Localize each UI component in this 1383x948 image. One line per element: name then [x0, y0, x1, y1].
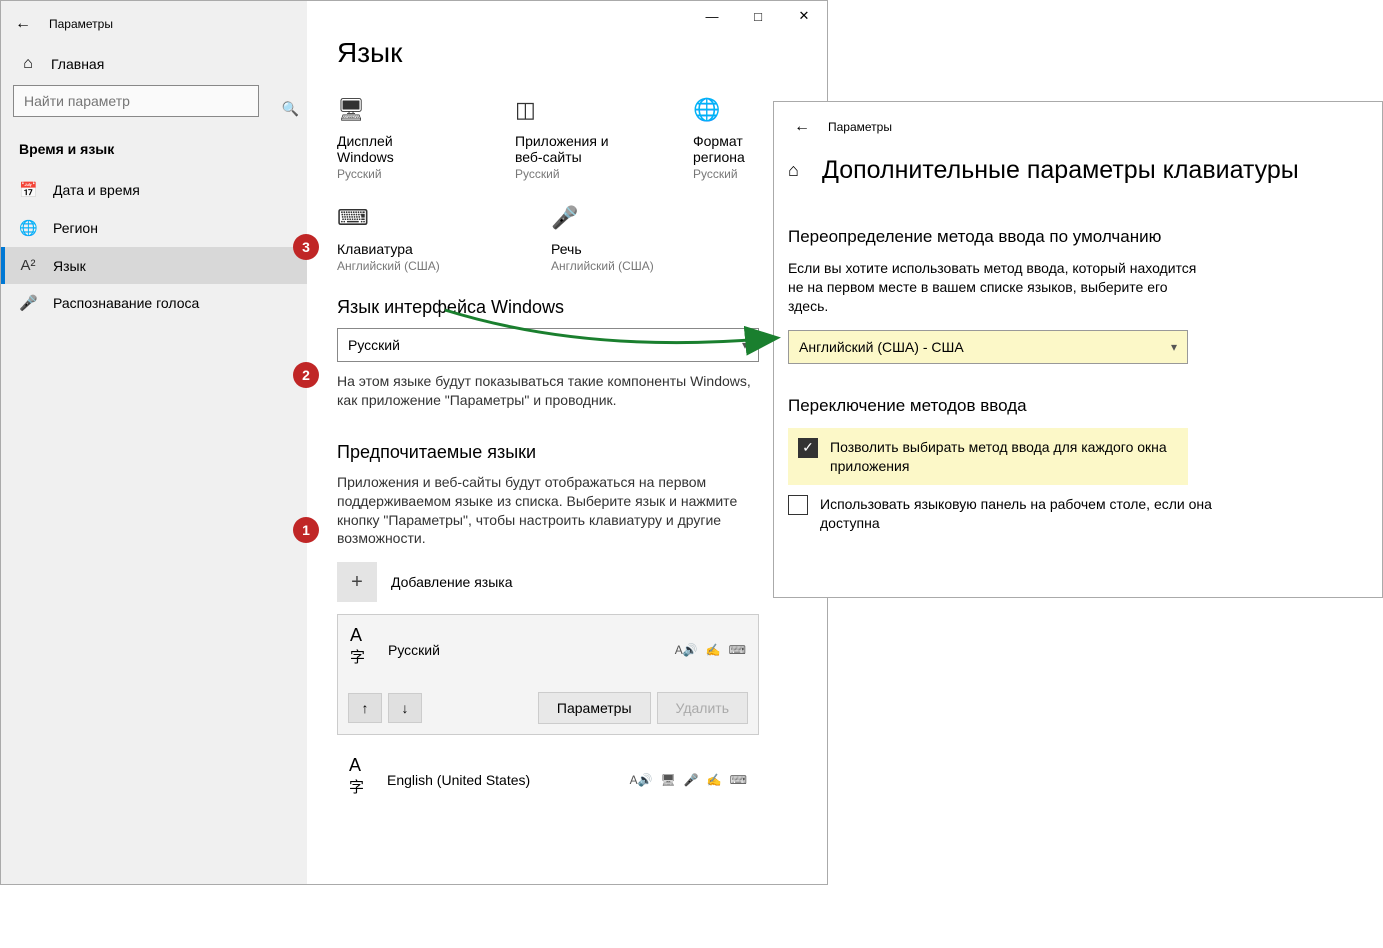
override-method-select[interactable]: Английский (США) - США ▾ [788, 330, 1188, 364]
home-label: Главная [51, 56, 104, 72]
lang-feature-icons: A🔊 ✍ ⌨ [675, 643, 746, 657]
search-icon: 🔍 [282, 101, 299, 118]
close-button[interactable]: ✕ [781, 1, 827, 31]
home-icon: ⌂ [788, 160, 810, 181]
tile-keyboard[interactable]: ⌨ Клавиатура Английский (США) [337, 205, 477, 273]
keyboard-small-icon: ⌨ [730, 773, 747, 787]
keyboard-small-icon: ⌨ [729, 643, 746, 657]
monitor-icon: 🖥 [337, 97, 441, 123]
mic-icon: 🎤 [551, 205, 691, 231]
page-title: Язык [337, 37, 797, 69]
handwriting-icon: ✍ [706, 643, 721, 657]
popup-title-row: ⌂ Дополнительные параметры клавиатуры [788, 156, 1368, 185]
window-title: Параметры [49, 17, 113, 31]
handwriting-icon: ✍ [707, 773, 722, 787]
interface-language-desc: На этом языке будут показываться такие к… [337, 372, 767, 410]
window-icon: ◫ [515, 97, 619, 123]
tile-row-1: 🖥 Дисплей Windows Русский ◫ Приложения и… [337, 97, 797, 181]
annotation-badge-3: 3 [293, 234, 319, 260]
language-options-button[interactable]: Параметры [538, 692, 651, 724]
settings-main-window: ← Параметры ⌂ Главная 🔍 Время и язык 📅 Д… [0, 0, 828, 885]
home-icon: ⌂ [19, 55, 37, 73]
language-bar-checkbox-row[interactable]: Использовать языковую панель на рабочем … [788, 485, 1218, 543]
annotation-badge-2: 2 [293, 362, 319, 388]
chevron-down-icon: ▾ [742, 338, 748, 352]
language-row-english[interactable]: A字 English (United States) A🔊 🖥 🎤 ✍ ⌨ [337, 745, 759, 814]
content: — □ ✕ Язык 🖥 Дисплей Windows Русский ◫ П… [307, 1, 827, 884]
override-method-heading: Переопределение метода ввода по умолчани… [788, 227, 1368, 247]
keyboard-icon: ⌨ [337, 205, 477, 231]
mic-small-icon: 🎤 [684, 773, 699, 787]
chevron-down-icon: ▾ [1171, 340, 1177, 354]
per-window-input-checkbox-row[interactable]: ✓ Позволить выбирать метод ввода для каж… [788, 428, 1188, 486]
tile-display[interactable]: 🖥 Дисплей Windows Русский [337, 97, 441, 181]
home-nav[interactable]: ⌂ Главная [1, 39, 307, 85]
language-card-russian[interactable]: A字 Русский A🔊 ✍ ⌨ ↑ ↓ Параметры Удалить [337, 614, 759, 735]
language-icon: A² [19, 257, 37, 274]
calendar-icon: 📅 [19, 181, 37, 199]
annotation-badge-1: 1 [293, 517, 319, 543]
add-language-button[interactable]: + Добавление языка [337, 562, 797, 602]
display-icon: 🖥 [661, 773, 676, 787]
checkbox-unchecked[interactable] [788, 495, 808, 515]
keyboard-advanced-popup: ← Параметры ⌂ Дополнительные параметры к… [773, 101, 1383, 598]
section-label: Время и язык [1, 133, 307, 171]
window-controls: — □ ✕ [689, 1, 827, 31]
back-button[interactable]: ← [9, 10, 37, 38]
nav-datetime[interactable]: 📅 Дата и время [1, 171, 307, 209]
popup-titlebar: ← Параметры [788, 112, 1368, 142]
search-container: 🔍 [1, 85, 307, 133]
nav-region[interactable]: 🌐 Регион [1, 209, 307, 247]
tile-row-2: ⌨ Клавиатура Английский (США) 🎤 Речь Анг… [337, 205, 797, 273]
titlebar: ← Параметры [1, 9, 307, 39]
interface-language-select[interactable]: Русский ▾ [337, 328, 759, 362]
globe-icon: 🌐 [19, 219, 37, 237]
move-down-button[interactable]: ↓ [388, 693, 422, 723]
popup-back-button[interactable]: ← [788, 113, 816, 141]
mic-icon: 🎤 [19, 294, 37, 312]
language-delete-button[interactable]: Удалить [657, 692, 748, 724]
nav-language[interactable]: A² Язык [1, 247, 307, 284]
tts-icon: A🔊 [675, 643, 698, 657]
preferred-languages-desc: Приложения и веб-сайты будут отображатьс… [337, 473, 767, 549]
override-method-desc: Если вы хотите использовать метод ввода,… [788, 259, 1208, 316]
popup-page-title: Дополнительные параметры клавиатуры [822, 156, 1299, 185]
switch-methods-heading: Переключение методов ввода [788, 396, 1368, 416]
lang-glyph-icon: A字 [349, 755, 375, 804]
interface-language-heading: Язык интерфейса Windows [337, 297, 797, 318]
sidebar: ← Параметры ⌂ Главная 🔍 Время и язык 📅 Д… [1, 1, 307, 884]
lang-feature-icons: A🔊 🖥 🎤 ✍ ⌨ [630, 773, 747, 787]
tile-speech[interactable]: 🎤 Речь Английский (США) [551, 205, 691, 273]
popup-window-title: Параметры [828, 120, 892, 134]
lang-glyph-icon: A字 [350, 625, 376, 674]
search-input[interactable] [13, 85, 259, 117]
maximize-button[interactable]: □ [735, 1, 781, 31]
minimize-button[interactable]: — [689, 1, 735, 31]
nav-speech[interactable]: 🎤 Распознавание голоса [1, 284, 307, 322]
preferred-languages-heading: Предпочитаемые языки [337, 442, 797, 463]
tile-apps[interactable]: ◫ Приложения и веб-сайты Русский [515, 97, 619, 181]
plus-icon: + [337, 562, 377, 602]
tts-icon: A🔊 [630, 773, 653, 787]
checkbox-checked[interactable]: ✓ [798, 438, 818, 458]
move-up-button[interactable]: ↑ [348, 693, 382, 723]
